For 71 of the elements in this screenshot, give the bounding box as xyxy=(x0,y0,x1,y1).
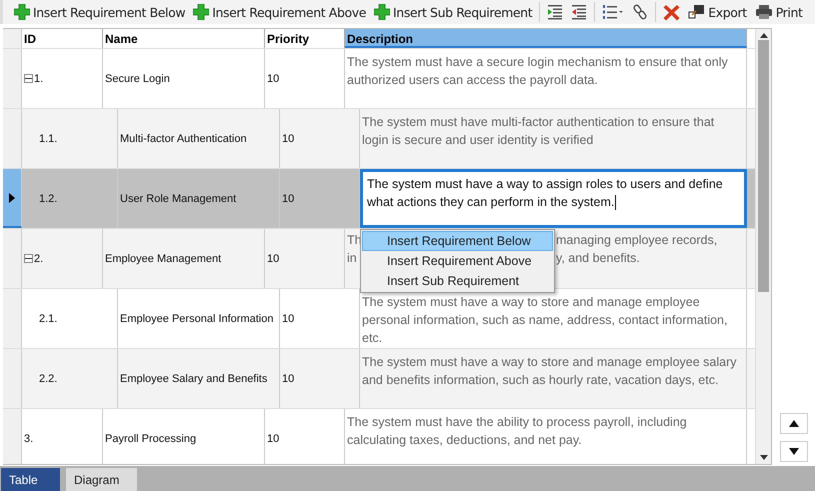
delete-button[interactable] xyxy=(661,2,682,22)
link-icon xyxy=(632,4,648,20)
name-text: Employee Salary and Benefits xyxy=(120,372,268,384)
description-text: The system must have the ability to process payroll, including calculating taxes, deductions, and net pay. xyxy=(347,415,687,447)
name-text: User Role Management xyxy=(120,192,236,204)
column-header[interactable]: Description xyxy=(345,29,747,48)
id-text: 1.2. xyxy=(39,192,58,204)
toolbar-button[interactable]: Print xyxy=(752,2,804,22)
name-text: Secure Login xyxy=(105,72,170,84)
priority-text: 10 xyxy=(282,192,294,204)
scroll-down-icon[interactable] xyxy=(760,455,768,460)
toolbar-button[interactable]: Export xyxy=(686,2,749,22)
priority-text: 10 xyxy=(267,432,280,444)
id-text: 2.1. xyxy=(39,312,58,324)
scroll-up-icon[interactable] xyxy=(760,33,768,38)
menu-item[interactable]: Insert Sub Requirement xyxy=(362,271,553,291)
priority-text: 10 xyxy=(282,132,294,144)
priority-text: 10 xyxy=(282,312,294,324)
minus-icon xyxy=(25,255,32,262)
grid-corner xyxy=(3,29,22,48)
name-text: Employee Management xyxy=(105,252,222,264)
id-text: 1.1. xyxy=(39,132,58,144)
id-text: 1. xyxy=(34,72,44,84)
indent-icon xyxy=(547,4,564,20)
description-fragment: managing employee records, xyxy=(556,232,718,249)
delete-icon xyxy=(663,4,680,20)
id-text: 3. xyxy=(24,432,34,444)
view-tab[interactable]: Diagram xyxy=(66,468,137,491)
vertical-scrollbar[interactable] xyxy=(755,29,771,464)
plus-icon xyxy=(374,4,390,20)
plus-icon xyxy=(193,4,210,20)
scrollbar-thumb[interactable] xyxy=(758,40,769,292)
up-triangle-icon xyxy=(788,420,798,427)
printer-icon xyxy=(754,4,773,20)
priority-text: 10 xyxy=(282,372,294,384)
description-text: The system must have multi-factor authentication to ensure that login is secure and user identity is verified xyxy=(362,115,714,147)
outdent-icon xyxy=(571,4,588,20)
export-icon xyxy=(688,4,706,20)
move-up-button[interactable] xyxy=(780,413,808,434)
id-text: 2. xyxy=(34,252,44,264)
toolbar-button[interactable]: Insert Requirement Below xyxy=(12,2,188,22)
priority-text: 10 xyxy=(267,72,280,84)
name-text: Payroll Processing xyxy=(105,432,196,444)
description-fragment: y, and benefits. xyxy=(556,250,640,267)
priority-text: 10 xyxy=(267,252,280,264)
collapse-toggle[interactable] xyxy=(24,74,33,83)
minus-icon xyxy=(25,75,32,82)
collapse-toggle[interactable] xyxy=(24,254,33,263)
description-text: The system must have a way to store and manage employee personal information, such as name, address, contact information, etc. xyxy=(362,295,728,345)
name-text: Employee Personal Information xyxy=(120,312,274,324)
row-header[interactable] xyxy=(3,169,22,228)
toolbar-button[interactable]: Insert Sub Requirement xyxy=(372,2,534,22)
description-fragment: in xyxy=(347,250,357,267)
move-down-button[interactable] xyxy=(780,441,808,462)
menu-item[interactable]: Insert Requirement Above xyxy=(362,251,553,271)
description-editor[interactable]: The system must have a way to assign roles to users and define what actions they can perform in the system. xyxy=(360,169,747,228)
name-text: Multi-factor Authentication xyxy=(120,132,247,144)
column-header[interactable]: ID xyxy=(22,29,103,48)
column-header[interactable]: Priority xyxy=(265,29,345,48)
current-row-icon xyxy=(9,192,15,202)
toolbar-button[interactable]: Insert Requirement Above xyxy=(191,2,368,22)
down-triangle-icon xyxy=(788,448,798,455)
view-tab[interactable]: Table xyxy=(1,468,60,491)
numbered-list-icon xyxy=(602,4,624,20)
id-text: 2.2. xyxy=(39,372,58,384)
description-text: The system must have a way to assign roles to users and define what actions they can perform in the system. xyxy=(367,177,723,209)
description-text: The system must have a secure login mechanism to ensure that only authorized users can access the payroll data. xyxy=(347,55,728,87)
column-header[interactable]: Name xyxy=(103,29,265,48)
menu-item[interactable]: Insert Requirement Below xyxy=(362,231,553,251)
plus-icon xyxy=(14,4,30,20)
description-text: The system must have a way to store and manage employee salary and benefits information, such as hourly rate, vacation days, etc. xyxy=(362,355,736,387)
